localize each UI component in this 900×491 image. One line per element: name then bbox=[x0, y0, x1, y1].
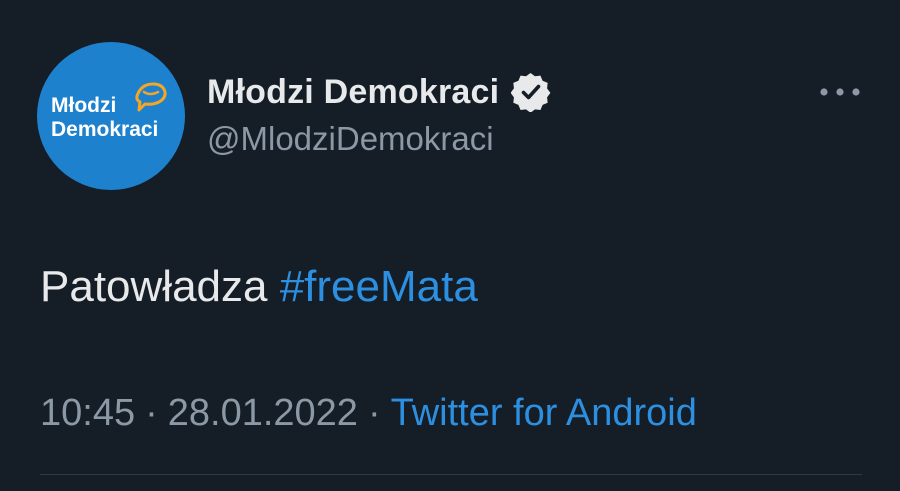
meta-separator: · bbox=[145, 392, 158, 434]
display-name[interactable]: Młodzi Demokraci bbox=[207, 73, 499, 112]
tweet-text: Patowładza #freeMata bbox=[40, 262, 478, 312]
logo-line2: Demokraci bbox=[51, 118, 158, 141]
tweet-source-link[interactable]: Twitter for Android bbox=[391, 392, 697, 434]
divider bbox=[40, 474, 862, 475]
avatar[interactable]: Młodzi Demokraci bbox=[37, 42, 185, 190]
author-row: Młodzi Demokraci bbox=[207, 70, 551, 114]
user-handle[interactable]: @MlodziDemokraci bbox=[207, 120, 494, 158]
tweet-text-plain: Patowładza bbox=[40, 262, 280, 311]
mlodzi-demokraci-logo: Młodzi Demokraci bbox=[51, 82, 167, 141]
tweet-meta: 10:45 · 28.01.2022 · Twitter for Android bbox=[40, 392, 697, 435]
logo-line1: Młodzi bbox=[51, 94, 116, 117]
more-horizontal-icon[interactable] bbox=[818, 80, 862, 104]
tweet-card: Młodzi Demokraci Młodzi Demokraci @Mlodz… bbox=[0, 0, 900, 491]
verified-badge-icon bbox=[511, 72, 551, 112]
meta-separator: · bbox=[367, 392, 381, 434]
hashtag-link[interactable]: #freeMata bbox=[280, 262, 478, 311]
tweet-time[interactable]: 10:45 bbox=[40, 392, 135, 434]
tweet-date[interactable]: 28.01.2022 bbox=[168, 392, 358, 434]
